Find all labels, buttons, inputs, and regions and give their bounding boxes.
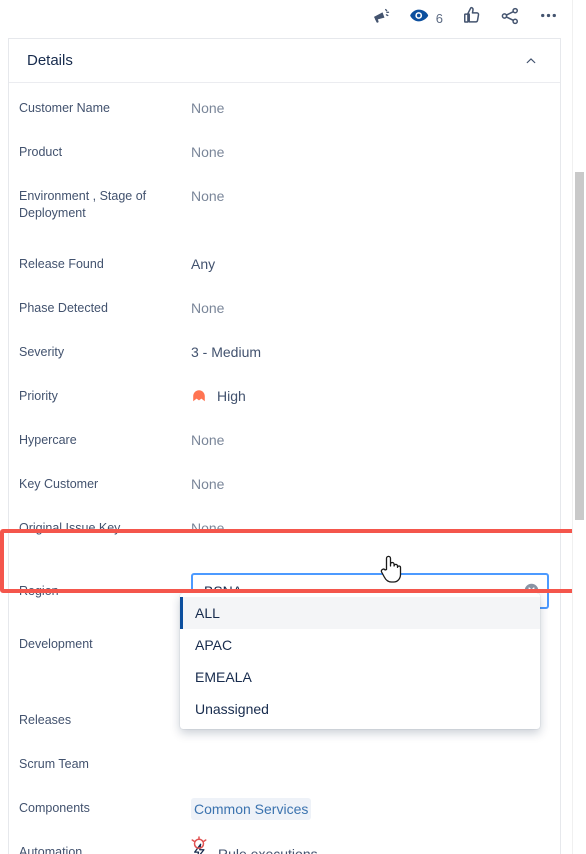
field-label: Development bbox=[19, 637, 93, 651]
field-value-priority[interactable]: High bbox=[191, 377, 542, 406]
field-label: Environment , Stage of Deployment bbox=[19, 189, 147, 220]
dropdown-option-label: ALL bbox=[195, 605, 220, 621]
field-label: Original Issue Key bbox=[19, 521, 121, 535]
vertical-scrollbar-thumb[interactable] bbox=[575, 172, 584, 520]
field-row-hypercare: Hypercare None bbox=[9, 421, 560, 465]
field-label: Release Found bbox=[19, 257, 104, 271]
field-value[interactable]: None bbox=[191, 465, 542, 494]
field-row-severity: Severity 3 - Medium bbox=[9, 333, 560, 377]
field-value[interactable]: None bbox=[191, 421, 542, 450]
page-title: Details bbox=[27, 52, 73, 69]
field-value-automation[interactable]: Rule executions bbox=[191, 833, 542, 854]
like-button[interactable] bbox=[452, 3, 491, 33]
details-panel: Details Customer Name None Product None … bbox=[8, 38, 561, 854]
field-row-customer-name: Customer Name None bbox=[9, 89, 560, 133]
field-row-priority: Priority High bbox=[9, 377, 560, 421]
priority-high-icon bbox=[191, 388, 207, 404]
field-label: Key Customer bbox=[19, 477, 99, 491]
announce-button[interactable] bbox=[362, 3, 401, 33]
field-label: Phase Detected bbox=[19, 301, 108, 315]
watch-button[interactable]: 6 bbox=[401, 3, 452, 33]
field-value[interactable]: None bbox=[191, 89, 542, 118]
share-button[interactable] bbox=[491, 3, 529, 33]
share-icon bbox=[500, 6, 520, 31]
announce-icon bbox=[371, 5, 392, 31]
dropdown-option-label: Unassigned bbox=[195, 701, 269, 717]
field-label: Customer Name bbox=[19, 101, 110, 115]
dropdown-option-unassigned[interactable]: Unassigned bbox=[180, 693, 540, 725]
more-options-icon bbox=[538, 5, 559, 31]
field-row-release-found: Release Found Any bbox=[9, 245, 560, 289]
field-label: Severity bbox=[19, 345, 65, 359]
field-row-original-issue-key: Original Issue Key None bbox=[9, 509, 560, 553]
dropdown-option-all[interactable]: ALL bbox=[180, 597, 540, 629]
field-label: Scrum Team bbox=[19, 757, 89, 771]
chevron-up-icon[interactable] bbox=[522, 52, 540, 70]
field-value[interactable]: None bbox=[191, 509, 542, 538]
field-label: Releases bbox=[19, 713, 72, 727]
details-panel-header[interactable]: Details bbox=[9, 39, 560, 83]
issue-action-toolbar: 6 bbox=[0, 0, 586, 36]
watch-eye-icon bbox=[409, 6, 429, 30]
dropdown-option-emeala[interactable]: EMEALA bbox=[180, 661, 540, 693]
bug-type-icon bbox=[190, 834, 210, 854]
field-row-phase-detected: Phase Detected None bbox=[9, 289, 560, 333]
field-value[interactable] bbox=[191, 745, 542, 754]
field-value[interactable]: None bbox=[191, 133, 542, 162]
watch-count: 6 bbox=[435, 10, 443, 26]
field-row-components: Components Common Services bbox=[9, 789, 560, 833]
toolbar-actions: 6 bbox=[362, 3, 568, 33]
field-row-environment-stage-of-deployment: Environment , Stage of Deployment None bbox=[9, 177, 560, 245]
field-label: Components bbox=[19, 801, 90, 815]
priority-label: High bbox=[217, 388, 246, 404]
component-link[interactable]: Common Services bbox=[191, 798, 312, 820]
field-label: Product bbox=[19, 145, 63, 159]
field-label: Hypercare bbox=[19, 433, 77, 447]
field-row-automation: Automation Rule executions bbox=[9, 833, 560, 854]
field-row-scrum-team: Scrum Team bbox=[9, 745, 560, 789]
dropdown-option-label: EMEALA bbox=[195, 669, 252, 685]
dropdown-option-apac[interactable]: APAC bbox=[180, 629, 540, 661]
field-value[interactable]: None bbox=[191, 289, 542, 318]
dropdown-option-label: APAC bbox=[195, 637, 233, 653]
field-label: Priority bbox=[19, 389, 58, 403]
field-value[interactable]: 3 - Medium bbox=[191, 333, 542, 362]
field-label: Automation bbox=[19, 845, 83, 854]
region-dropdown-menu: ALL APAC EMEALA Unassigned bbox=[180, 593, 540, 729]
more-options-button[interactable] bbox=[529, 3, 568, 33]
field-row-key-customer: Key Customer None bbox=[9, 465, 560, 509]
issue-details-screen: 6 Details Customer Name None Product Non… bbox=[0, 0, 586, 854]
field-row-product: Product None bbox=[9, 133, 560, 177]
automation-label: Rule executions bbox=[218, 845, 318, 854]
field-label-region: Region bbox=[19, 583, 59, 598]
thumbs-up-icon bbox=[461, 5, 482, 31]
field-value[interactable]: Any bbox=[191, 245, 542, 274]
field-value-components: Common Services bbox=[191, 789, 542, 820]
field-value[interactable]: None bbox=[191, 177, 542, 206]
details-field-list: Customer Name None Product None Environm… bbox=[9, 83, 560, 854]
